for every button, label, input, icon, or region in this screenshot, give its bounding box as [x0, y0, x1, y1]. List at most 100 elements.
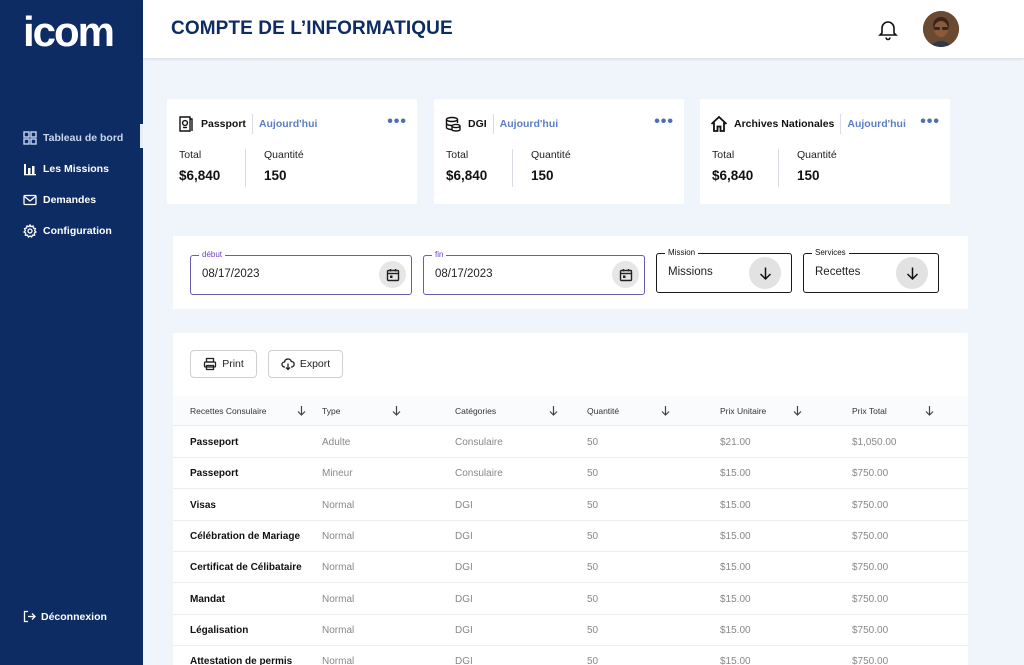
table-cell: 50: [587, 437, 599, 448]
end-date-label: fin: [432, 250, 447, 259]
column-header[interactable]: Catégories: [455, 396, 496, 426]
table-cell: Normal: [322, 530, 355, 542]
stat-card-archives-nationales: Archives Nationales Aujourd'hui ••• Tota…: [700, 99, 950, 204]
table-cell: 50: [587, 593, 599, 605]
start-date-field[interactable]: début 08/17/2023: [190, 250, 412, 295]
table-cell: Normal: [322, 624, 355, 636]
services-dropdown-button[interactable]: [896, 257, 928, 289]
table-cell: DGI: [455, 562, 473, 574]
logout-button[interactable]: Déconnexion: [23, 610, 107, 623]
sidebar-item-label: Les Missions: [43, 162, 109, 175]
table-row[interactable]: Visas Normal DGI 50 $15.00 $750.00: [173, 490, 968, 521]
table-cell: Célébration de Mariage: [190, 530, 301, 542]
mission-dropdown-button[interactable]: [749, 257, 781, 289]
sort-arrow-icon[interactable]: [660, 405, 671, 416]
sidebar-item-demandes[interactable]: Demandes: [0, 184, 143, 215]
coins-icon: [445, 116, 461, 132]
card-divider: [512, 149, 513, 187]
more-options-button[interactable]: •••: [387, 113, 407, 131]
filter-bar: début 08/17/2023 fin 08/17/2023 Mission …: [173, 236, 968, 309]
logout-label: Déconnexion: [41, 610, 107, 623]
card-quantity-label: Quantité: [797, 149, 837, 161]
end-date-picker-button[interactable]: [612, 261, 639, 288]
recettes-table-panel: Print Export Recettes Consulaire Type Ca…: [173, 333, 968, 665]
card-quantity: Quantité 150: [797, 149, 837, 183]
column-header[interactable]: Type: [322, 396, 340, 426]
table-cell: Mandat: [190, 593, 225, 605]
table-cell: 50: [587, 530, 599, 542]
card-quantity: Quantité 150: [264, 149, 304, 183]
end-date-field[interactable]: fin 08/17/2023: [423, 250, 645, 295]
mission-select-label: Mission: [665, 248, 699, 257]
card-header: Passport Aujourd'hui: [177, 113, 407, 135]
services-select[interactable]: Services Recettes: [803, 248, 939, 293]
card-divider: [245, 149, 246, 187]
start-date-value: 08/17/2023: [202, 268, 260, 280]
card-quantity-label: Quantité: [531, 149, 571, 161]
table-cell: Normal: [322, 656, 355, 665]
sort-arrow-icon[interactable]: [548, 405, 559, 416]
card-quantity: Quantité 150: [531, 149, 571, 183]
table-row[interactable]: Attestation de permis Normal DGI 50 $15.00 $7…: [173, 646, 968, 665]
cloud-download-icon: [281, 358, 295, 371]
sidebar-item-tableau-de-bord[interactable]: Tableau de bord: [0, 122, 143, 153]
table-cell: $15.00: [720, 624, 751, 636]
column-header[interactable]: Recettes Consulaire: [190, 396, 267, 426]
table-cell: Consulaire: [455, 437, 503, 448]
table-cell: $750.00: [852, 530, 889, 542]
sidebar-nav: Tableau de bord Les Missions Demandes Co…: [0, 122, 143, 246]
sidebar-item-les-missions[interactable]: Les Missions: [0, 153, 143, 184]
column-header[interactable]: Quantité: [587, 396, 619, 426]
more-options-button[interactable]: •••: [920, 113, 940, 131]
card-total: Total $6,840: [712, 149, 753, 183]
table-cell: Consulaire: [455, 468, 503, 480]
avatar[interactable]: [923, 11, 959, 47]
arrow-down-icon: [759, 267, 771, 280]
column-header[interactable]: Prix Unitaire: [720, 396, 766, 426]
card-name: Passport: [201, 114, 253, 134]
card-period[interactable]: Aujourd'hui: [841, 118, 905, 130]
table-cell: $15.00: [720, 499, 751, 511]
table-cell: Visas: [190, 499, 216, 511]
table-cell: $750.00: [852, 624, 889, 636]
table-row[interactable]: Légalisation Normal DGI 50 $15.00 $750.00: [173, 615, 968, 646]
more-options-button[interactable]: •••: [654, 113, 674, 131]
bell-icon[interactable]: [876, 17, 900, 41]
card-total: Total $6,840: [179, 149, 220, 183]
mission-select[interactable]: Mission Missions: [656, 248, 792, 293]
card-quantity-label: Quantité: [264, 149, 304, 161]
card-period[interactable]: Aujourd'hui: [494, 118, 558, 130]
table-cell: $750.00: [852, 656, 889, 665]
table-row[interactable]: Passeport Mineur Consulaire 50 $15.00 $750.00: [173, 458, 968, 490]
card-total-value: $6,840: [179, 168, 221, 183]
table-cell: $750.00: [852, 562, 889, 574]
sort-arrow-icon[interactable]: [391, 405, 402, 416]
table-row[interactable]: Mandat Normal DGI 50 $15.00 $750.00: [173, 584, 968, 615]
table-row[interactable]: Passeport Adulte Consulaire 50 $21.00 $1,050.…: [173, 427, 968, 458]
export-label: Export: [299, 358, 331, 370]
column-header[interactable]: Prix Total: [852, 396, 887, 426]
table-cell: DGI: [455, 499, 473, 511]
services-select-label: Services: [812, 248, 849, 257]
table-cell: 50: [587, 656, 599, 665]
print-button[interactable]: Print: [190, 350, 257, 378]
table-cell: Normal: [322, 499, 355, 511]
table-cell: Passeport: [190, 468, 239, 480]
card-period[interactable]: Aujourd'hui: [253, 118, 317, 130]
table-row[interactable]: Certificat de Célibataire Normal DGI 50 $15.…: [173, 552, 968, 584]
sort-arrow-icon[interactable]: [924, 405, 935, 416]
card-quantity-value: 150: [264, 168, 287, 183]
start-date-picker-button[interactable]: [379, 261, 406, 288]
card-total-label: Total: [446, 149, 469, 161]
export-button[interactable]: Export: [268, 350, 343, 378]
sidebar-item-configuration[interactable]: Configuration: [0, 215, 143, 246]
services-select-value: Recettes: [815, 266, 861, 278]
page-title: COMPTE DE L’INFORMATIQUE: [171, 18, 453, 39]
table-row[interactable]: Célébration de Mariage Normal DGI 50 $15.00 $…: [173, 521, 968, 552]
table-cell: Certificat de Célibataire: [190, 562, 302, 574]
table-cell: $15.00: [720, 593, 751, 605]
sort-arrow-icon[interactable]: [296, 405, 307, 416]
calendar-icon: [386, 268, 399, 281]
arrow-down-icon: [906, 267, 918, 280]
sort-arrow-icon[interactable]: [792, 405, 803, 416]
